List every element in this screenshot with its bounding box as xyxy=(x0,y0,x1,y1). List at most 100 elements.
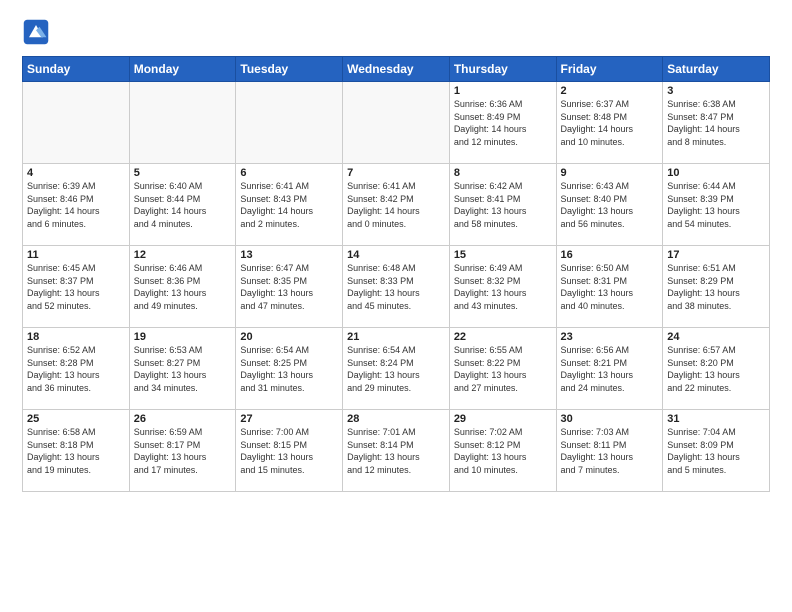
calendar-row-5: 25Sunrise: 6:58 AM Sunset: 8:18 PM Dayli… xyxy=(23,410,770,492)
day-number: 16 xyxy=(561,249,659,261)
day-info: Sunrise: 6:41 AM Sunset: 8:42 PM Dayligh… xyxy=(347,180,445,230)
day-info: Sunrise: 6:37 AM Sunset: 8:48 PM Dayligh… xyxy=(561,98,659,148)
weekday-header-row: SundayMondayTuesdayWednesdayThursdayFrid… xyxy=(23,57,770,82)
day-number: 7 xyxy=(347,167,445,179)
day-number: 13 xyxy=(240,249,338,261)
day-cell-28: 28Sunrise: 7:01 AM Sunset: 8:14 PM Dayli… xyxy=(343,410,450,492)
day-info: Sunrise: 6:44 AM Sunset: 8:39 PM Dayligh… xyxy=(667,180,765,230)
day-cell-19: 19Sunrise: 6:53 AM Sunset: 8:27 PM Dayli… xyxy=(129,328,236,410)
day-info: Sunrise: 7:02 AM Sunset: 8:12 PM Dayligh… xyxy=(454,426,552,476)
calendar-row-2: 4Sunrise: 6:39 AM Sunset: 8:46 PM Daylig… xyxy=(23,164,770,246)
weekday-header-sunday: Sunday xyxy=(23,57,130,82)
day-number: 22 xyxy=(454,331,552,343)
logo xyxy=(22,18,54,46)
day-info: Sunrise: 6:48 AM Sunset: 8:33 PM Dayligh… xyxy=(347,262,445,312)
day-cell-13: 13Sunrise: 6:47 AM Sunset: 8:35 PM Dayli… xyxy=(236,246,343,328)
day-number: 30 xyxy=(561,413,659,425)
day-cell-11: 11Sunrise: 6:45 AM Sunset: 8:37 PM Dayli… xyxy=(23,246,130,328)
day-info: Sunrise: 7:03 AM Sunset: 8:11 PM Dayligh… xyxy=(561,426,659,476)
day-number: 5 xyxy=(134,167,232,179)
day-cell-14: 14Sunrise: 6:48 AM Sunset: 8:33 PM Dayli… xyxy=(343,246,450,328)
day-number: 9 xyxy=(561,167,659,179)
day-info: Sunrise: 6:38 AM Sunset: 8:47 PM Dayligh… xyxy=(667,98,765,148)
day-cell-27: 27Sunrise: 7:00 AM Sunset: 8:15 PM Dayli… xyxy=(236,410,343,492)
empty-cell xyxy=(23,82,130,164)
day-info: Sunrise: 6:57 AM Sunset: 8:20 PM Dayligh… xyxy=(667,344,765,394)
day-info: Sunrise: 6:42 AM Sunset: 8:41 PM Dayligh… xyxy=(454,180,552,230)
day-number: 20 xyxy=(240,331,338,343)
weekday-header-tuesday: Tuesday xyxy=(236,57,343,82)
weekday-header-saturday: Saturday xyxy=(663,57,770,82)
day-info: Sunrise: 6:43 AM Sunset: 8:40 PM Dayligh… xyxy=(561,180,659,230)
weekday-header-thursday: Thursday xyxy=(449,57,556,82)
day-info: Sunrise: 6:56 AM Sunset: 8:21 PM Dayligh… xyxy=(561,344,659,394)
day-number: 27 xyxy=(240,413,338,425)
day-number: 25 xyxy=(27,413,125,425)
calendar-row-1: 1Sunrise: 6:36 AM Sunset: 8:49 PM Daylig… xyxy=(23,82,770,164)
day-cell-18: 18Sunrise: 6:52 AM Sunset: 8:28 PM Dayli… xyxy=(23,328,130,410)
day-number: 29 xyxy=(454,413,552,425)
day-cell-12: 12Sunrise: 6:46 AM Sunset: 8:36 PM Dayli… xyxy=(129,246,236,328)
page: SundayMondayTuesdayWednesdayThursdayFrid… xyxy=(0,0,792,612)
day-cell-1: 1Sunrise: 6:36 AM Sunset: 8:49 PM Daylig… xyxy=(449,82,556,164)
weekday-header-friday: Friday xyxy=(556,57,663,82)
header xyxy=(22,18,770,46)
day-cell-2: 2Sunrise: 6:37 AM Sunset: 8:48 PM Daylig… xyxy=(556,82,663,164)
empty-cell xyxy=(343,82,450,164)
day-cell-7: 7Sunrise: 6:41 AM Sunset: 8:42 PM Daylig… xyxy=(343,164,450,246)
calendar-row-4: 18Sunrise: 6:52 AM Sunset: 8:28 PM Dayli… xyxy=(23,328,770,410)
day-info: Sunrise: 6:49 AM Sunset: 8:32 PM Dayligh… xyxy=(454,262,552,312)
day-info: Sunrise: 7:04 AM Sunset: 8:09 PM Dayligh… xyxy=(667,426,765,476)
day-cell-10: 10Sunrise: 6:44 AM Sunset: 8:39 PM Dayli… xyxy=(663,164,770,246)
day-number: 11 xyxy=(27,249,125,261)
day-cell-29: 29Sunrise: 7:02 AM Sunset: 8:12 PM Dayli… xyxy=(449,410,556,492)
day-number: 19 xyxy=(134,331,232,343)
day-cell-21: 21Sunrise: 6:54 AM Sunset: 8:24 PM Dayli… xyxy=(343,328,450,410)
day-info: Sunrise: 6:40 AM Sunset: 8:44 PM Dayligh… xyxy=(134,180,232,230)
day-cell-16: 16Sunrise: 6:50 AM Sunset: 8:31 PM Dayli… xyxy=(556,246,663,328)
day-info: Sunrise: 7:00 AM Sunset: 8:15 PM Dayligh… xyxy=(240,426,338,476)
day-number: 24 xyxy=(667,331,765,343)
day-info: Sunrise: 6:53 AM Sunset: 8:27 PM Dayligh… xyxy=(134,344,232,394)
day-info: Sunrise: 6:47 AM Sunset: 8:35 PM Dayligh… xyxy=(240,262,338,312)
weekday-header-monday: Monday xyxy=(129,57,236,82)
day-info: Sunrise: 6:39 AM Sunset: 8:46 PM Dayligh… xyxy=(27,180,125,230)
day-number: 4 xyxy=(27,167,125,179)
day-number: 3 xyxy=(667,85,765,97)
day-info: Sunrise: 6:55 AM Sunset: 8:22 PM Dayligh… xyxy=(454,344,552,394)
day-cell-8: 8Sunrise: 6:42 AM Sunset: 8:41 PM Daylig… xyxy=(449,164,556,246)
day-number: 12 xyxy=(134,249,232,261)
day-cell-22: 22Sunrise: 6:55 AM Sunset: 8:22 PM Dayli… xyxy=(449,328,556,410)
day-info: Sunrise: 6:54 AM Sunset: 8:25 PM Dayligh… xyxy=(240,344,338,394)
day-cell-15: 15Sunrise: 6:49 AM Sunset: 8:32 PM Dayli… xyxy=(449,246,556,328)
day-number: 6 xyxy=(240,167,338,179)
day-number: 8 xyxy=(454,167,552,179)
day-cell-26: 26Sunrise: 6:59 AM Sunset: 8:17 PM Dayli… xyxy=(129,410,236,492)
day-cell-5: 5Sunrise: 6:40 AM Sunset: 8:44 PM Daylig… xyxy=(129,164,236,246)
day-info: Sunrise: 6:51 AM Sunset: 8:29 PM Dayligh… xyxy=(667,262,765,312)
day-info: Sunrise: 7:01 AM Sunset: 8:14 PM Dayligh… xyxy=(347,426,445,476)
day-number: 1 xyxy=(454,85,552,97)
day-number: 2 xyxy=(561,85,659,97)
day-info: Sunrise: 6:41 AM Sunset: 8:43 PM Dayligh… xyxy=(240,180,338,230)
empty-cell xyxy=(129,82,236,164)
day-info: Sunrise: 6:45 AM Sunset: 8:37 PM Dayligh… xyxy=(27,262,125,312)
day-cell-3: 3Sunrise: 6:38 AM Sunset: 8:47 PM Daylig… xyxy=(663,82,770,164)
day-cell-9: 9Sunrise: 6:43 AM Sunset: 8:40 PM Daylig… xyxy=(556,164,663,246)
calendar-row-3: 11Sunrise: 6:45 AM Sunset: 8:37 PM Dayli… xyxy=(23,246,770,328)
day-cell-6: 6Sunrise: 6:41 AM Sunset: 8:43 PM Daylig… xyxy=(236,164,343,246)
day-number: 31 xyxy=(667,413,765,425)
day-number: 15 xyxy=(454,249,552,261)
day-cell-31: 31Sunrise: 7:04 AM Sunset: 8:09 PM Dayli… xyxy=(663,410,770,492)
day-cell-20: 20Sunrise: 6:54 AM Sunset: 8:25 PM Dayli… xyxy=(236,328,343,410)
day-info: Sunrise: 6:50 AM Sunset: 8:31 PM Dayligh… xyxy=(561,262,659,312)
day-info: Sunrise: 6:58 AM Sunset: 8:18 PM Dayligh… xyxy=(27,426,125,476)
day-number: 23 xyxy=(561,331,659,343)
day-info: Sunrise: 6:52 AM Sunset: 8:28 PM Dayligh… xyxy=(27,344,125,394)
day-info: Sunrise: 6:54 AM Sunset: 8:24 PM Dayligh… xyxy=(347,344,445,394)
empty-cell xyxy=(236,82,343,164)
day-info: Sunrise: 6:59 AM Sunset: 8:17 PM Dayligh… xyxy=(134,426,232,476)
logo-icon xyxy=(22,18,50,46)
calendar: SundayMondayTuesdayWednesdayThursdayFrid… xyxy=(22,56,770,492)
day-number: 26 xyxy=(134,413,232,425)
